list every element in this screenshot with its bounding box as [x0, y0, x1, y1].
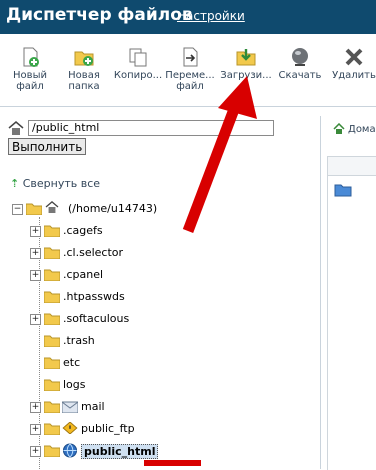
new-file-label: Новый файл: [13, 70, 47, 92]
toolbar: Новый файл Новая папка Копиро... Переме.…: [0, 34, 376, 107]
download-icon: [292, 48, 308, 66]
tree-item-label: logs: [63, 378, 86, 391]
home-icon: [45, 201, 59, 213]
file-list-header: [328, 157, 376, 176]
path-input[interactable]: [28, 120, 274, 136]
upload-button[interactable]: Загрузи...: [220, 46, 272, 81]
copy-label: Копиро...: [113, 70, 163, 81]
folder-icon: [44, 401, 60, 413]
header-bar: Диспетчер файлов Настройки: [0, 0, 376, 34]
mail-icon: [62, 401, 78, 413]
tree-item-label: .cagefs: [63, 224, 103, 237]
folder-icon: [44, 357, 60, 369]
new-file-icon: [23, 47, 39, 67]
expand-toggle[interactable]: +: [30, 424, 41, 435]
delete-icon: [345, 48, 363, 66]
folder-open-icon: [26, 203, 42, 215]
collapse-all-button[interactable]: ⇡ Свернуть все: [10, 177, 100, 190]
upload-icon: [236, 49, 256, 66]
tree-item-label: .htpasswds: [63, 290, 125, 303]
move-file-label: Переме... файл: [165, 70, 215, 92]
collapse-all-label: Свернуть все: [22, 177, 101, 190]
tree-item-label: .softaculous: [63, 312, 130, 325]
tree-item-label: .cl.selector: [63, 246, 124, 259]
expand-toggle[interactable]: +: [30, 314, 41, 325]
folder-icon: [44, 269, 60, 281]
expand-toggle[interactable]: +: [30, 248, 41, 259]
tree-item-label: etc: [63, 356, 81, 369]
tree-item-label: public_ftp: [81, 422, 135, 435]
folder-icon: [44, 423, 60, 435]
tree-item-label: .cpanel: [63, 268, 104, 281]
folder-icon: [44, 291, 60, 303]
expand-toggle[interactable]: +: [30, 446, 41, 457]
settings-link[interactable]: Настройки: [177, 9, 245, 23]
new-folder-button[interactable]: Новая папка: [58, 46, 110, 92]
download-button[interactable]: Скачать: [274, 46, 326, 81]
execute-button[interactable]: Выполнить: [8, 138, 87, 155]
file-list: [327, 156, 376, 470]
expand-toggle[interactable]: +: [30, 402, 41, 413]
tree-root-label: (/home/u14743): [68, 202, 158, 215]
folder-icon: [44, 445, 60, 457]
ftp-warning-icon: [62, 422, 78, 434]
home-icon: [8, 121, 24, 135]
home-tab[interactable]: Дома: [348, 124, 376, 135]
move-file-button[interactable]: Переме... файл: [164, 46, 216, 92]
page-title: Диспетчер файлов: [6, 5, 193, 25]
upload-label: Загрузи...: [220, 70, 272, 81]
tree-item-label: mail: [81, 400, 105, 413]
new-file-button[interactable]: Новый файл: [4, 46, 56, 92]
folder-icon: [44, 247, 60, 259]
copy-button[interactable]: Копиро...: [112, 46, 164, 81]
folder-icon: [44, 335, 60, 347]
collapse-toggle[interactable]: −: [12, 204, 23, 215]
home-tab-icon: [333, 123, 345, 134]
collapse-all-icon: ⇡: [10, 177, 20, 190]
folder-up-icon[interactable]: [334, 183, 352, 197]
new-folder-label: Новая папка: [68, 70, 100, 92]
download-label: Скачать: [278, 70, 322, 81]
folder-icon: [44, 379, 60, 391]
folder-icon: [44, 225, 60, 237]
folder-icon: [44, 313, 60, 325]
tree-item-label: public_html: [81, 444, 159, 459]
new-folder-icon: [74, 51, 94, 66]
delete-label: Удалить: [332, 70, 376, 81]
move-file-icon: [183, 47, 198, 67]
expand-toggle[interactable]: +: [30, 270, 41, 281]
right-panel: Дома: [320, 116, 376, 470]
expand-toggle[interactable]: +: [30, 226, 41, 237]
copy-icon: [129, 48, 147, 67]
tree-item-label: .trash: [63, 334, 95, 347]
delete-button[interactable]: Удалить: [328, 46, 376, 81]
globe-icon: [62, 443, 78, 458]
